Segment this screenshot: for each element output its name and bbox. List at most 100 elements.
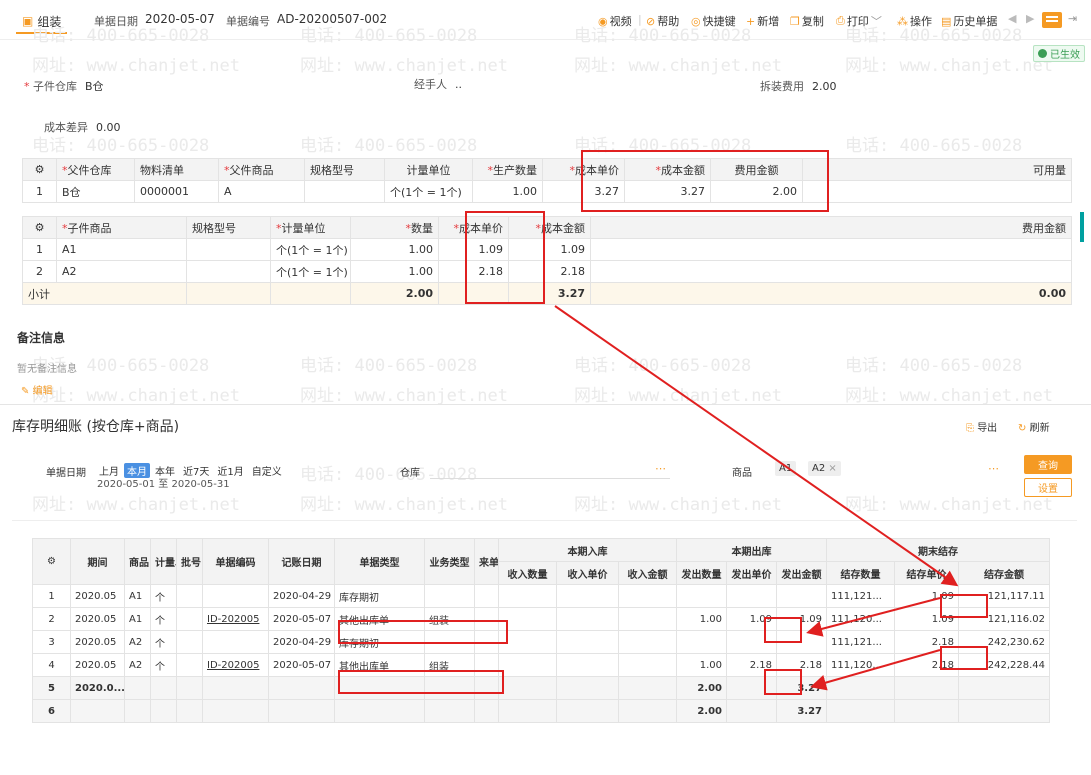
watermark-site: 网址: www.chanjet.net [300, 495, 508, 515]
remarks-title: 备注信息 [17, 331, 66, 345]
table-row[interactable]: 3 2020.05 A2 个 2020-04-29 库存期初 111,121..… [32, 630, 1050, 654]
watermark-site: 网址: www.chanjet.net [32, 495, 240, 515]
watermark-phone: 电话: 400-665-0028 [845, 356, 1023, 376]
col-end-qty: 结存数量 [826, 561, 896, 585]
history-icon: ▤ [941, 14, 952, 28]
export-icon: ⎘ [966, 423, 974, 434]
export-button[interactable]: ⎘ 导出 [966, 419, 997, 434]
col-cost-price: 成本单价 [459, 221, 503, 235]
group-end: 期末结存 [826, 538, 1050, 562]
col-cost-price: 成本单价 [575, 163, 619, 177]
date-filter-label: 单据日期 [46, 468, 86, 479]
watermark-site: 网址: www.chanjet.net [300, 386, 508, 406]
watermark-phone: 电话: 400-665-0028 [845, 136, 1023, 156]
more-icon[interactable]: ⋯ [988, 462, 999, 475]
table-row[interactable]: 4 2020.05 A2 个 ID-202005 2020-05-07 其他出库… [32, 653, 1050, 677]
watermark-site: 网址: www.chanjet.net [32, 56, 240, 76]
col-goods: 商品 [124, 538, 151, 585]
menu-icon[interactable] [1042, 12, 1062, 28]
col-fee: 费用金额 [710, 158, 803, 181]
print-button[interactable]: ⎙ 打印 ﹀ [836, 13, 882, 29]
col-doc-code: 单据编码 [202, 538, 269, 585]
watermark-site: 网址: www.chanjet.net [32, 386, 240, 406]
warehouse-filter-label: 仓库 [400, 468, 420, 479]
col-qty: 数量 [411, 221, 433, 235]
edit-remarks-button[interactable]: ✎ 编辑 [21, 382, 53, 397]
top-bar: ▣ 组装 单据日期 2020-05-07 单据编号 AD-20200507-00… [0, 0, 1091, 40]
chip-custom[interactable]: 自定义 [249, 463, 285, 478]
disassembly-fee-field[interactable]: 拆装费用 2.00 [760, 78, 837, 94]
divider [12, 520, 1077, 521]
new-button[interactable]: + 新增 [746, 13, 779, 29]
goods-tag-a2[interactable]: A2 × [808, 461, 841, 476]
col-in-amount: 收入金额 [617, 561, 678, 585]
plus-icon: + [746, 14, 756, 28]
col-cost-amount: 成本金额 [661, 163, 705, 177]
date-range[interactable]: 2020-05-01 至 2020-05-31 [97, 475, 230, 490]
close-icon[interactable]: × [828, 463, 836, 474]
help-icon: ⊘ [646, 14, 656, 28]
watermark-site: 网址: www.chanjet.net [845, 495, 1053, 515]
watermark-phone: 电话: 400-665-0028 [574, 136, 752, 156]
refresh-button[interactable]: ↻ 刷新 [1018, 419, 1050, 434]
document-icon: ▣ [22, 14, 34, 28]
divider [0, 404, 1091, 405]
chevron-down-icon: ﹀ [870, 15, 882, 28]
query-button[interactable]: 查询 [1024, 455, 1072, 474]
col-doc-type: 单据类型 [334, 538, 425, 585]
refresh-icon: ↻ [1018, 423, 1027, 434]
col-parent-wh: 父件仓库 [67, 163, 112, 177]
prev-icon[interactable]: ◀ [1008, 12, 1016, 25]
parent-header-row: ⚙ *父件仓库 物料清单 *父件商品 规格型号 计量单位 *生产数量 *成本单价… [22, 158, 1072, 181]
operate-button[interactable]: ⁂ 操作 [897, 13, 932, 29]
col-cost-amount: 成本金额 [541, 221, 585, 235]
watermark-phone: 电话: 400-665-0028 [300, 136, 478, 156]
settings-gear-icon[interactable]: ⚙ [22, 216, 57, 239]
shortcut-button[interactable]: ◎ 快捷键 [691, 13, 736, 29]
col-spec: 规格型号 [186, 216, 271, 239]
copy-icon: ❐ [790, 14, 800, 28]
remarks-empty: 暂无备注信息 [17, 364, 77, 375]
col-end-price: 结存单价 [894, 561, 960, 585]
watermark-phone: 电话: 400-665-0028 [574, 356, 752, 376]
help-button[interactable]: ⊘ 帮助 [646, 13, 679, 29]
handler-field[interactable]: 经手人 .. [414, 76, 462, 92]
col-from-unit: 来单位 [474, 538, 499, 585]
watermark-site: 网址: www.chanjet.net [845, 386, 1053, 406]
tab-assembly[interactable]: ▣ 组装 [16, 10, 68, 34]
watermark-site: 网址: www.chanjet.net [574, 386, 782, 406]
next-icon[interactable]: ▶ [1026, 12, 1034, 25]
col-child-goods: 子件商品 [67, 221, 112, 235]
cost-diff-field[interactable]: 成本差异 0.00 [44, 119, 121, 135]
child-goods-table: ⚙ *子件商品 规格型号 *计量单位 *数量 *成本单价 *成本金额 费用金额 … [22, 216, 1072, 305]
col-bom: 物料清单 [134, 158, 219, 181]
doc-date-value: 2020-05-07 [145, 12, 215, 26]
doc-no-value: AD-20200507-002 [277, 12, 388, 26]
table-row[interactable]: 1 2020.05 A1 个 2020-04-29 库存期初 111,121..… [32, 584, 1050, 608]
more-icon[interactable]: ⋯ [655, 462, 666, 475]
settings-button[interactable]: 设置 [1024, 478, 1072, 497]
subtotal-row: 小计 2.00 3.27 0.00 [22, 282, 1072, 305]
summary-row: 5 2020.0... 2.00 3.27 [32, 676, 1050, 700]
settings-gear-icon[interactable]: ⚙ [32, 538, 71, 585]
warehouse-input[interactable] [430, 478, 670, 479]
parent-goods-table: ⚙ *父件仓库 物料清单 *父件商品 规格型号 计量单位 *生产数量 *成本单价… [22, 158, 1072, 203]
copy-button[interactable]: ❐ 复制 [790, 13, 824, 29]
doc-date-label: 单据日期 [94, 15, 138, 28]
col-unit: 计量单位 [384, 158, 473, 181]
settings-gear-icon[interactable]: ⚙ [22, 158, 57, 181]
video-button[interactable]: ◉ 视频 [598, 13, 632, 29]
ledger-group-header: ⚙ 期间 商品 计量单 批号 单据编码 记账日期 单据类型 业务类型 来单位 本… [32, 538, 1050, 585]
goods-tag-a1[interactable]: A1 [775, 461, 797, 476]
col-out-price: 发出单价 [726, 561, 778, 585]
history-button[interactable]: ▤ 历史单据 [941, 13, 997, 29]
table-row[interactable]: 2 2020.05 A1 个 ID-202005 2020-05-07 其他出库… [32, 607, 1050, 631]
col-in-price: 收入单价 [556, 561, 619, 585]
scroll-indicator[interactable] [1080, 212, 1084, 242]
print-icon: ⎙ [836, 14, 845, 27]
col-end-amount: 结存金额 [958, 561, 1050, 585]
col-period: 期间 [70, 538, 125, 585]
col-out-amount: 发出金额 [776, 561, 828, 585]
last-icon[interactable]: ⇥ [1068, 12, 1077, 25]
child-warehouse-field[interactable]: * 子件仓库 B仓 [24, 78, 104, 94]
